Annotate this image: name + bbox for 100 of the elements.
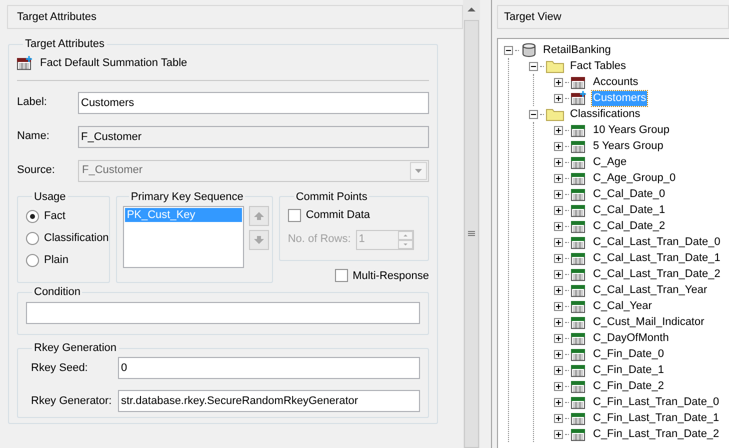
input-field[interactable]: F_Customer (78, 126, 429, 148)
expand-icon[interactable] (554, 94, 563, 102)
expand-icon[interactable] (554, 254, 563, 262)
expand-icon[interactable] (554, 174, 563, 182)
scroll-up-icon[interactable] (467, 6, 476, 12)
collapse-icon[interactable] (529, 62, 538, 70)
collapse-icon[interactable] (504, 46, 513, 54)
caret-icon (410, 162, 427, 180)
collapse-icon[interactable] (529, 110, 538, 118)
table-icon (571, 379, 587, 393)
input-field[interactable]: Customers (78, 92, 429, 114)
group-title: Usage (33, 190, 67, 204)
tree-item[interactable]: C_Cal_Last_Tran_Date_2 (592, 266, 722, 282)
expand-icon[interactable] (554, 334, 563, 342)
group-title: Commit Points (294, 190, 368, 204)
tree-item[interactable]: C_Fin_Last_Tran_Date_2 (592, 426, 720, 442)
field-label: Rkey Generator: (31, 394, 113, 409)
tree-view[interactable] (497, 38, 729, 448)
table-icon (571, 363, 587, 377)
tree-item[interactable]: C_DayOfMonth (592, 330, 670, 346)
radio-button[interactable] (26, 232, 39, 245)
table-icon (571, 139, 587, 153)
expand-icon[interactable] (554, 206, 563, 214)
grip-icon (468, 231, 475, 237)
radio-label: Plain (44, 253, 68, 268)
expand-icon[interactable] (554, 366, 563, 374)
expand-icon[interactable] (554, 382, 563, 390)
panel-header: Target View (497, 5, 729, 29)
table-icon (571, 171, 587, 185)
expand-icon[interactable] (554, 302, 563, 310)
folder-icon (546, 59, 564, 73)
expand-icon[interactable] (554, 286, 563, 294)
tree-item[interactable]: C_Fin_Date_2 (592, 378, 665, 394)
spinner-arrows-icon (398, 230, 413, 248)
expand-icon[interactable] (554, 350, 563, 358)
tree-item[interactable]: 5 Years Group (592, 138, 664, 154)
scrollbar-thumb[interactable] (464, 20, 479, 448)
expand-icon[interactable] (554, 270, 563, 278)
expand-icon[interactable] (554, 78, 563, 86)
table-icon (571, 123, 587, 137)
group-title: Rkey Generation (33, 341, 118, 355)
condition-field[interactable] (26, 302, 420, 324)
tree-item[interactable]: C_Age_Group_0 (592, 170, 677, 186)
dropdown[interactable]: F_Customer (78, 160, 429, 182)
table-icon (571, 315, 587, 329)
group-title: Primary Key Sequence (130, 190, 244, 204)
expand-icon[interactable] (554, 190, 563, 198)
table-icon (571, 395, 587, 409)
tree-item[interactable]: 10 Years Group (592, 122, 670, 138)
checkbox[interactable] (334, 269, 348, 282)
tree-item[interactable]: C_Fin_Last_Tran_Date_1 (592, 410, 720, 426)
tree-item[interactable]: Accounts (592, 74, 640, 90)
table-icon (571, 75, 587, 89)
group-title: Condition (33, 285, 82, 299)
tree-item[interactable]: C_Fin_Date_1 (592, 362, 665, 378)
checkbox-label: Commit Data (306, 208, 370, 224)
tree-item[interactable]: C_Cal_Last_Tran_Year (592, 282, 708, 298)
tree-item[interactable]: RetailBanking (542, 42, 612, 58)
folder-icon (546, 107, 564, 121)
tree-item[interactable]: C_Cal_Last_Tran_Date_1 (592, 250, 722, 266)
table-icon (571, 155, 587, 169)
tree-item[interactable]: C_Age (592, 154, 628, 170)
expand-icon[interactable] (554, 414, 563, 422)
panel-header: Target Attributes (7, 5, 463, 29)
scrollbar[interactable] (463, 0, 480, 448)
expand-icon[interactable] (554, 222, 563, 230)
expand-icon[interactable] (554, 158, 563, 166)
expand-icon[interactable] (554, 398, 563, 406)
table-icon (571, 427, 587, 441)
tree-item[interactable]: C_Cust_Mail_Indicator (592, 314, 706, 330)
expand-icon[interactable] (554, 238, 563, 246)
tree-item[interactable]: Classifications (569, 106, 642, 122)
down-arrow-icon (252, 234, 265, 244)
tree-item[interactable]: Fact Tables (569, 58, 628, 74)
field-label: Rkey Seed: (31, 360, 89, 376)
table-icon (571, 251, 587, 265)
expand-icon[interactable] (554, 318, 563, 326)
field-label: Source: (17, 163, 56, 178)
tree-item[interactable]: C_Cal_Date_0 (592, 186, 666, 202)
radio-button[interactable] (26, 254, 39, 267)
radio-button[interactable] (26, 210, 39, 223)
tree-item[interactable]: C_Fin_Last_Tran_Date_0 (592, 394, 720, 410)
expand-icon[interactable] (554, 430, 563, 438)
table-icon (571, 283, 587, 297)
input-field[interactable]: str.database.rkey.SecureRandomRkeyGenerator (118, 390, 420, 412)
table-plus-icon (17, 56, 33, 70)
field-label: Label: (17, 95, 48, 110)
tree-item[interactable]: C_Cal_Date_1 (592, 202, 666, 218)
table-icon (571, 235, 587, 249)
input-field[interactable]: 0 (118, 357, 420, 379)
table-icon (571, 347, 587, 361)
expand-icon[interactable] (554, 126, 563, 134)
tree-item[interactable]: C_Cal_Last_Tran_Date_0 (592, 234, 722, 250)
expand-icon[interactable] (554, 142, 563, 150)
table-icon (571, 267, 587, 281)
tree-item[interactable]: C_Fin_Date_0 (592, 346, 665, 362)
table-type-label: Fact Default Summation Table (40, 56, 188, 71)
tree-item[interactable]: C_Cal_Year (592, 298, 653, 314)
up-arrow-icon (252, 210, 265, 220)
tree-item[interactable]: C_Cal_Date_2 (592, 218, 666, 234)
